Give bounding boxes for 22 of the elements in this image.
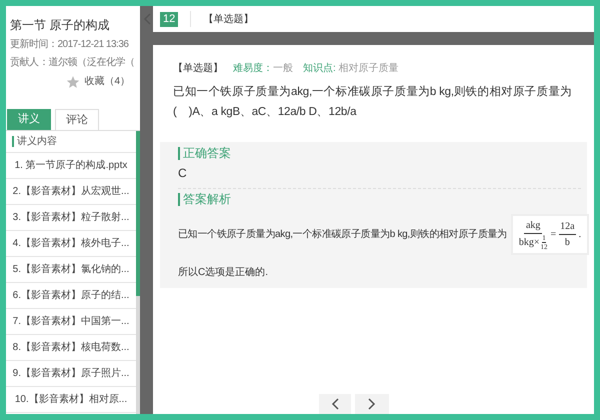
list-heading: 讲义内容 [12, 136, 57, 147]
question-number-badge: 12 [160, 12, 178, 26]
update-time: 更新时间：2017-12-21 13:36 [10, 38, 128, 52]
section-heading: 正确答案 [178, 147, 231, 160]
sidebar-tab[interactable]: 评论 [55, 109, 99, 130]
section-heading: 答案解析 [178, 193, 231, 206]
scrollbar[interactable] [136, 131, 140, 414]
difficulty-text: 难易度：一般 [233, 62, 293, 76]
lesson-title: 第一节 原子的构成 [10, 17, 110, 34]
favorite-link[interactable]: 收藏（4） [84, 74, 130, 89]
answer-value: C [178, 165, 188, 182]
chevron-left-icon [330, 398, 338, 410]
question-text: 已知一个铁原子质量为akg,一个标准碳原子质量为b kg,则铁的相对原子质量为( )A、a kgB、aC、12a/b D、12b/a [172, 84, 573, 120]
conclusion-text: 所以C选项是正确的. [178, 266, 269, 280]
question-type-tag: 【单选题】 [173, 61, 223, 76]
question-type-label: 【单选题】 [203, 12, 254, 26]
analysis-text: 已知一个铁原子质量为akg,一个标准碳原子质量为b kg,则铁的相对原子质量为 [178, 228, 507, 242]
next-button[interactable] [354, 394, 388, 414]
contributor-text: 贡献人：道尔顿（泛在化学（ [10, 56, 135, 70]
chevron-right-icon [368, 398, 376, 410]
previous-button[interactable] [318, 394, 350, 414]
knowledge-point-text: 知识点: 相对原子质量 [303, 62, 399, 76]
